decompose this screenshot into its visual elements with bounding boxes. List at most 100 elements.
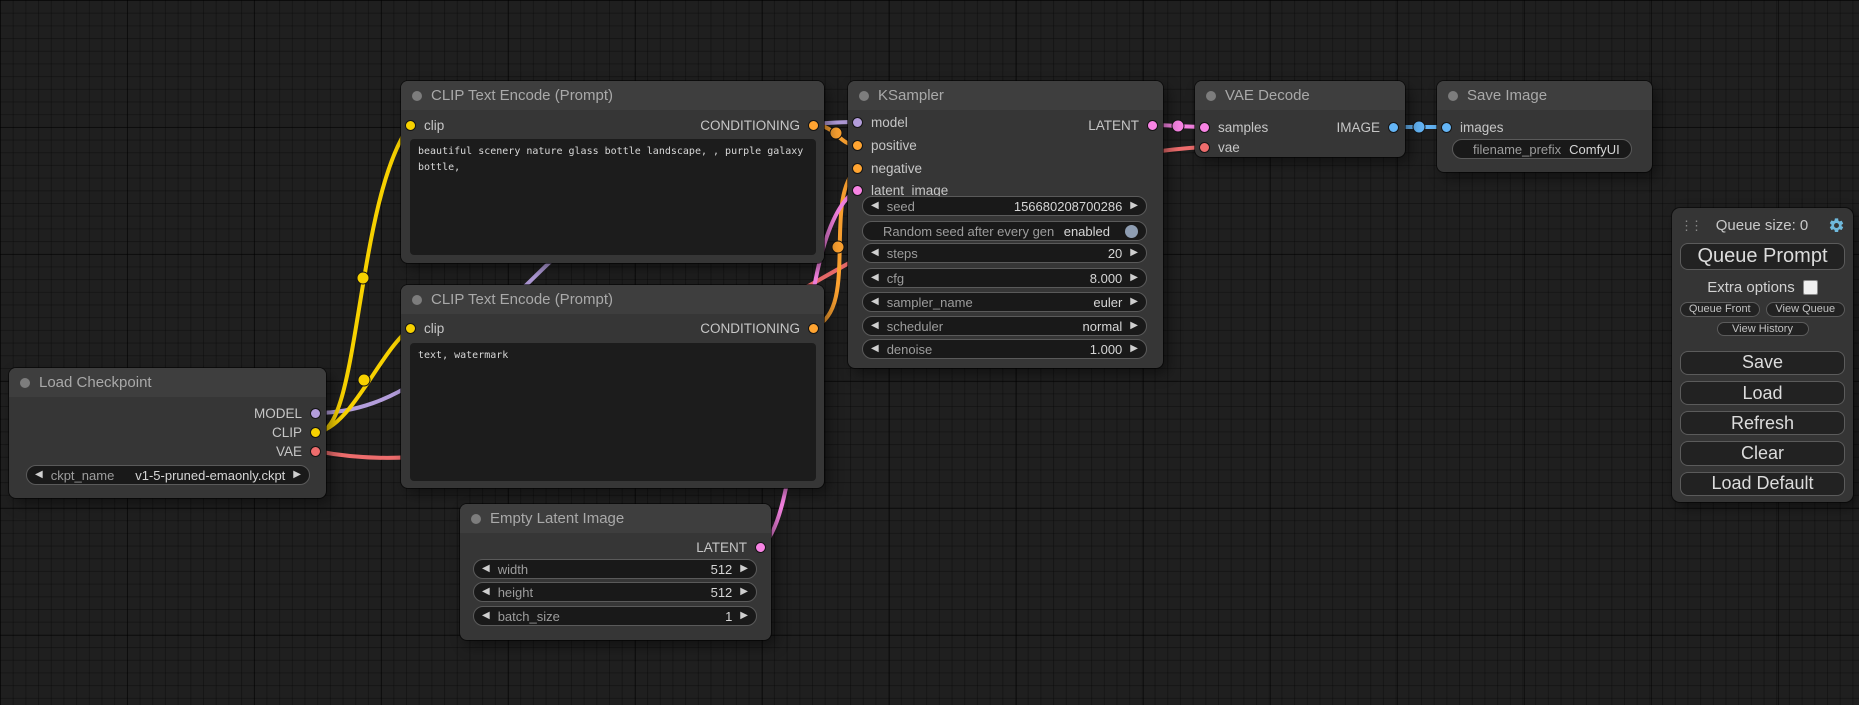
decrement-arrow-icon[interactable]: ◀ [35, 470, 43, 480]
wire-dot [357, 272, 369, 284]
model-port[interactable] [310, 408, 321, 419]
clip-port[interactable] [405, 323, 416, 334]
node-title-bar[interactable]: CLIP Text Encode (Prompt) [401, 285, 824, 314]
model-port[interactable] [852, 117, 863, 128]
input-clip: clip [405, 115, 444, 135]
collapse-dot-icon[interactable] [1206, 91, 1216, 101]
vae-port[interactable] [1199, 142, 1210, 153]
latent-port[interactable] [1147, 120, 1158, 131]
node-ksampler[interactable]: KSampler model positive negative latent_… [848, 81, 1163, 368]
cfg-widget[interactable]: ◀ cfg 8.000 ▶ [862, 268, 1147, 288]
decrement-arrow-icon[interactable]: ◀ [482, 611, 490, 621]
increment-arrow-icon[interactable]: ▶ [740, 564, 748, 574]
queue-prompt-button[interactable]: Queue Prompt [1680, 243, 1845, 269]
increment-arrow-icon[interactable]: ▶ [740, 611, 748, 621]
save-button[interactable]: Save [1680, 351, 1845, 375]
collapse-dot-icon[interactable] [20, 378, 30, 388]
view-queue-button[interactable]: View Queue [1766, 302, 1846, 317]
node-graph-canvas[interactable]: Load Checkpoint MODEL CLIP VAE ◀ ckpt_na… [0, 0, 1859, 705]
increment-arrow-icon[interactable]: ▶ [740, 587, 748, 597]
clip-port[interactable] [405, 120, 416, 131]
increment-arrow-icon[interactable]: ▶ [1130, 273, 1138, 283]
increment-arrow-icon[interactable]: ▶ [293, 470, 301, 480]
node-title-bar[interactable]: VAE Decode [1195, 81, 1405, 110]
node-load-checkpoint[interactable]: Load Checkpoint MODEL CLIP VAE ◀ ckpt_na… [9, 368, 326, 498]
load-default-button[interactable]: Load Default [1680, 472, 1845, 496]
output-label: MODEL [254, 406, 302, 421]
node-save-image[interactable]: Save Image images filename_prefix ComfyU… [1437, 81, 1652, 172]
gear-icon[interactable] [1828, 217, 1845, 234]
clip-port[interactable] [310, 427, 321, 438]
collapse-dot-icon[interactable] [412, 91, 422, 101]
node-title-bar[interactable]: Empty Latent Image [460, 504, 771, 533]
input-label: positive [871, 138, 917, 153]
decrement-arrow-icon[interactable]: ◀ [871, 344, 879, 354]
denoise-widget[interactable]: ◀ denoise 1.000 ▶ [862, 339, 1147, 359]
collapse-dot-icon[interactable] [471, 514, 481, 524]
latent-port[interactable] [1199, 122, 1210, 133]
latent-port[interactable] [755, 542, 766, 553]
height-widget[interactable]: ◀ height 512 ▶ [473, 582, 757, 602]
increment-arrow-icon[interactable]: ▶ [1130, 321, 1138, 331]
queue-front-button[interactable]: Queue Front [1680, 302, 1760, 317]
increment-arrow-icon[interactable]: ▶ [1130, 344, 1138, 354]
latent-port[interactable] [852, 185, 863, 196]
random-seed-toggle[interactable]: Random seed after every gen enabled [862, 221, 1147, 241]
node-title-bar[interactable]: Save Image [1437, 81, 1652, 110]
scheduler-widget[interactable]: ◀ scheduler normal ▶ [862, 316, 1147, 336]
node-title-bar[interactable]: CLIP Text Encode (Prompt) [401, 81, 824, 110]
decrement-arrow-icon[interactable]: ◀ [482, 587, 490, 597]
conditioning-port[interactable] [808, 323, 819, 334]
steps-widget[interactable]: ◀ steps 20 ▶ [862, 243, 1147, 263]
node-empty-latent-image[interactable]: Empty Latent Image LATENT ◀ width 512 ▶ … [460, 504, 771, 640]
decrement-arrow-icon[interactable]: ◀ [871, 297, 879, 307]
sampler-name-widget[interactable]: ◀ sampler_name euler ▶ [862, 292, 1147, 312]
decrement-arrow-icon[interactable]: ◀ [871, 321, 879, 331]
decrement-arrow-icon[interactable]: ◀ [482, 564, 490, 574]
input-label: clip [424, 118, 444, 133]
image-port[interactable] [1441, 122, 1452, 133]
seed-widget[interactable]: ◀ seed 156680208700286 ▶ [862, 196, 1147, 216]
increment-arrow-icon[interactable]: ▶ [1130, 248, 1138, 258]
decrement-arrow-icon[interactable]: ◀ [871, 201, 879, 211]
collapse-dot-icon[interactable] [859, 91, 869, 101]
width-widget[interactable]: ◀ width 512 ▶ [473, 559, 757, 579]
collapse-dot-icon[interactable] [412, 295, 422, 305]
conditioning-port[interactable] [808, 120, 819, 131]
extra-options-checkbox[interactable] [1803, 280, 1818, 295]
output-conditioning: CONDITIONING [700, 115, 819, 135]
input-label: images [1460, 120, 1504, 135]
vae-port[interactable] [310, 446, 321, 457]
clear-button[interactable]: Clear [1680, 441, 1845, 465]
image-port[interactable] [1388, 122, 1399, 133]
filename-prefix-widget[interactable]: filename_prefix ComfyUI [1452, 139, 1632, 159]
conditioning-port[interactable] [852, 140, 863, 151]
batch-size-widget[interactable]: ◀ batch_size 1 ▶ [473, 606, 757, 626]
positive-prompt-textarea[interactable]: beautiful scenery nature glass bottle la… [410, 139, 816, 255]
load-button[interactable]: Load [1680, 381, 1845, 405]
queue-panel: ⋮⋮ Queue size: 0 Queue Prompt Extra opti… [1672, 208, 1853, 502]
node-clip-text-encode-negative[interactable]: CLIP Text Encode (Prompt) clip CONDITION… [401, 285, 824, 488]
input-samples: samples [1199, 117, 1268, 137]
increment-arrow-icon[interactable]: ▶ [1130, 201, 1138, 211]
decrement-arrow-icon[interactable]: ◀ [871, 248, 879, 258]
negative-prompt-textarea[interactable]: text, watermark [410, 343, 816, 481]
toggle-dot-icon[interactable] [1125, 225, 1138, 238]
conditioning-port[interactable] [852, 163, 863, 174]
node-title-bar[interactable]: Load Checkpoint [9, 368, 326, 397]
node-title-bar[interactable]: KSampler [848, 81, 1163, 110]
node-vae-decode[interactable]: VAE Decode samples vae IMAGE [1195, 81, 1405, 157]
output-vae: VAE [276, 441, 321, 461]
refresh-button[interactable]: Refresh [1680, 411, 1845, 435]
decrement-arrow-icon[interactable]: ◀ [871, 273, 879, 283]
ckpt-name-widget[interactable]: ◀ ckpt_name v1-5-pruned-emaonly.ckpt ▶ [26, 465, 310, 485]
view-history-button[interactable]: View History [1717, 322, 1809, 336]
node-title: Empty Latent Image [490, 510, 624, 527]
widget-value: v1-5-pruned-emaonly.ckpt [135, 468, 285, 483]
widget-value: normal [1083, 319, 1123, 334]
widget-value: 156680208700286 [1014, 199, 1122, 214]
node-clip-text-encode-positive[interactable]: CLIP Text Encode (Prompt) clip CONDITION… [401, 81, 824, 263]
increment-arrow-icon[interactable]: ▶ [1130, 297, 1138, 307]
collapse-dot-icon[interactable] [1448, 91, 1458, 101]
drag-handle-icon[interactable]: ⋮⋮ [1680, 218, 1696, 234]
